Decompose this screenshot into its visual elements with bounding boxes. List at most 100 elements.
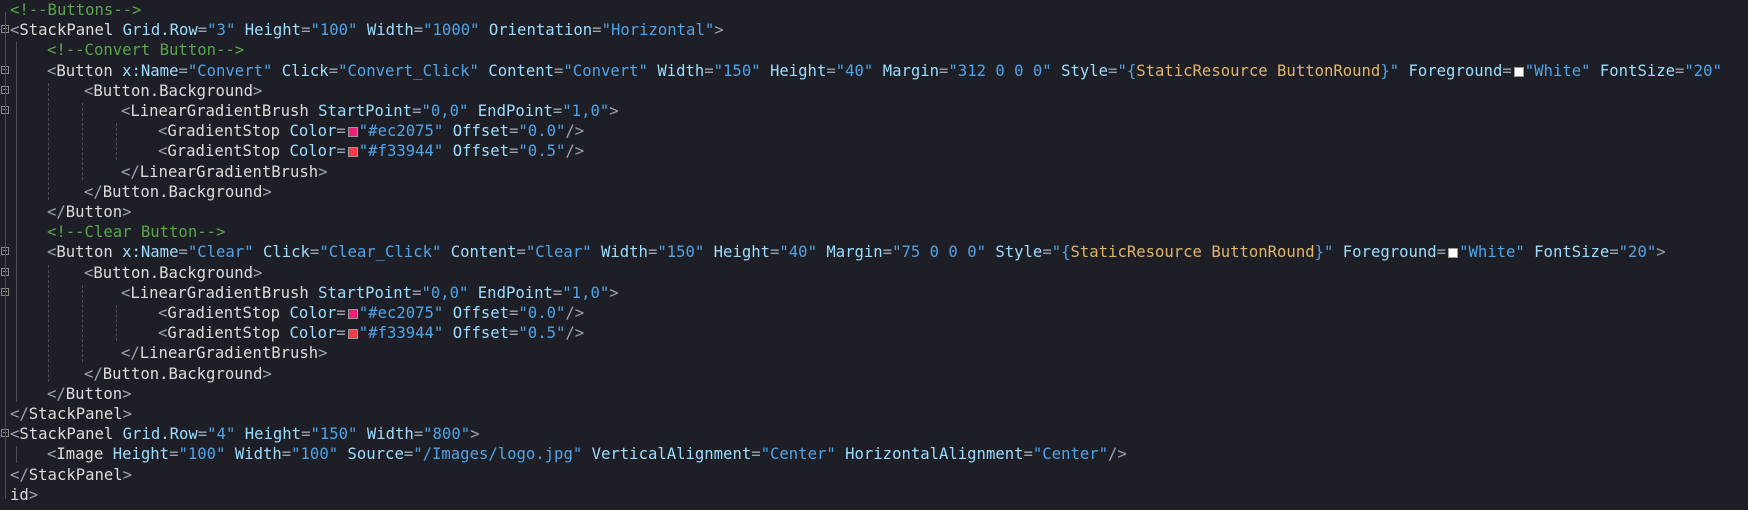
code-line[interactable]: </LinearGradientBrush> bbox=[0, 343, 1748, 363]
code-token: "100" bbox=[291, 445, 339, 464]
code-token: Height bbox=[770, 61, 827, 80]
code-text: <StackPanel Grid.Row="4" Height="150" Wi… bbox=[10, 424, 480, 444]
code-text: id> bbox=[10, 485, 38, 505]
code-token: = bbox=[336, 122, 346, 141]
code-token: "0.5" bbox=[518, 142, 566, 161]
color-swatch-icon[interactable] bbox=[347, 309, 358, 319]
code-text: <!--Convert Button--> bbox=[47, 40, 244, 60]
code-token: < bbox=[158, 304, 168, 322]
color-swatch-icon[interactable] bbox=[347, 147, 358, 158]
code-line[interactable]: <!--Clear Button--> bbox=[0, 222, 1748, 242]
code-token: Margin bbox=[826, 243, 883, 262]
code-line[interactable]: <StackPanel Grid.Row="4" Height="150" Wi… bbox=[0, 424, 1748, 444]
code-token: StaticResource bbox=[1070, 243, 1202, 262]
color-swatch-icon[interactable] bbox=[1513, 66, 1524, 77]
code-token: Button.Background bbox=[102, 182, 263, 201]
code-token: > bbox=[609, 102, 619, 120]
code-token: EndPoint bbox=[477, 102, 553, 120]
code-token: = bbox=[178, 61, 188, 80]
code-line[interactable]: <GradientStop Color= "#f33944" Offset="0.… bbox=[0, 323, 1748, 343]
code-token: > bbox=[470, 425, 480, 444]
code-text: <LinearGradientBrush StartPoint = "0,0" En… bbox=[121, 101, 619, 121]
code-line[interactable]: <LinearGradientBrush StartPoint = "0,0" En… bbox=[0, 101, 1748, 121]
color-swatch-icon[interactable] bbox=[1448, 248, 1459, 259]
code-token: = bbox=[552, 102, 563, 120]
code-token: "150" bbox=[310, 425, 358, 444]
code-token: "{ bbox=[1117, 61, 1137, 80]
code-token: "0.5" bbox=[518, 324, 566, 343]
code-token: "100" bbox=[178, 445, 226, 464]
code-line[interactable]: <StackPanel Grid.Row="3" Height="100" Wi… bbox=[0, 20, 1748, 40]
code-token: x:Name bbox=[122, 243, 179, 262]
code-line[interactable]: <GradientStop Color= "#ec2075" Offset="0.… bbox=[0, 121, 1748, 141]
code-token: Click bbox=[262, 243, 310, 262]
code-line[interactable]: <Button x:Name="Convert" Click="Convert_… bbox=[0, 61, 1748, 81]
code-line[interactable]: <GradientStop Color= "#ec2075" Offset="0.… bbox=[0, 303, 1748, 323]
code-line[interactable]: <Button.Background> bbox=[0, 81, 1748, 101]
code-line[interactable]: </Button.Background> bbox=[0, 364, 1748, 384]
color-swatch-icon[interactable] bbox=[347, 127, 358, 138]
code-token: = bbox=[509, 304, 519, 322]
code-token: = bbox=[403, 445, 414, 464]
code-token: = bbox=[552, 283, 563, 302]
code-line[interactable]: <Button x:Name="Clear" Click="Clear_Clic… bbox=[0, 242, 1748, 262]
code-token: > bbox=[318, 162, 328, 181]
code-line[interactable]: <LinearGradientBrush StartPoint = "0,0" En… bbox=[0, 283, 1748, 303]
code-token: LinearGradientBrush bbox=[130, 283, 309, 302]
code-token: id bbox=[10, 485, 29, 504]
code-line[interactable]: <!--Convert Button--> bbox=[0, 40, 1748, 60]
code-token: "Horizontal" bbox=[601, 21, 715, 40]
code-token: Height bbox=[244, 425, 302, 444]
code-line[interactable]: <Button.Background> bbox=[0, 263, 1748, 283]
code-token: = bbox=[197, 425, 208, 444]
code-token: "0.0" bbox=[518, 122, 566, 141]
code-token: > bbox=[262, 182, 272, 201]
indent-guide bbox=[116, 305, 117, 342]
code-text: </Button.Background> bbox=[84, 364, 272, 384]
indent-guide bbox=[16, 42, 17, 402]
code-token: /> bbox=[565, 304, 585, 322]
code-token: "312 0 0 0" bbox=[948, 61, 1052, 80]
code-line[interactable]: </StackPanel> bbox=[0, 465, 1748, 485]
code-line[interactable]: </StackPanel> bbox=[0, 404, 1748, 424]
code-token: </ bbox=[84, 364, 103, 383]
code-token: "Clear_Click" bbox=[319, 243, 442, 262]
code-line[interactable]: id> bbox=[0, 485, 1748, 505]
code-token: "#ec2075" bbox=[358, 304, 444, 322]
code-line[interactable]: </Button.Background> bbox=[0, 182, 1748, 202]
code-token: "75 0 0 0" bbox=[892, 243, 986, 262]
code-token: }" bbox=[1314, 243, 1334, 262]
code-token: < bbox=[158, 324, 168, 343]
code-line[interactable]: <!--Buttons--> bbox=[0, 0, 1748, 20]
color-swatch-icon[interactable] bbox=[347, 329, 358, 340]
code-token: GradientStop bbox=[167, 122, 281, 141]
code-token: "0.0" bbox=[518, 304, 566, 322]
code-text: <Image Height="100" Width="100" Source="… bbox=[47, 444, 1127, 464]
code-editor[interactable]: <!--Buttons--> <StackPanel Grid.Row="3" H… bbox=[0, 0, 1748, 510]
code-line[interactable]: <Image Height="100" Width="100" Source="… bbox=[0, 444, 1748, 464]
code-token: > bbox=[122, 203, 132, 221]
code-token: = bbox=[516, 243, 526, 262]
code-line[interactable]: </Button> bbox=[0, 384, 1748, 404]
code-token: = bbox=[509, 122, 519, 141]
code-line[interactable]: </Button> bbox=[0, 202, 1748, 222]
code-line[interactable]: </LinearGradientBrush> bbox=[0, 162, 1748, 182]
code-token: Color bbox=[289, 304, 337, 322]
code-token: "White" bbox=[1459, 243, 1525, 262]
code-line[interactable]: <GradientStop Color= "#f33944" Offset="0.… bbox=[0, 141, 1748, 161]
code-token: > bbox=[714, 21, 724, 40]
code-token: GradientStop bbox=[167, 324, 281, 343]
code-text: <Button.Background> bbox=[84, 81, 262, 101]
code-token: LinearGradientBrush bbox=[130, 102, 309, 120]
code-text: </StackPanel> bbox=[10, 465, 132, 485]
code-token: Offset bbox=[452, 324, 510, 343]
